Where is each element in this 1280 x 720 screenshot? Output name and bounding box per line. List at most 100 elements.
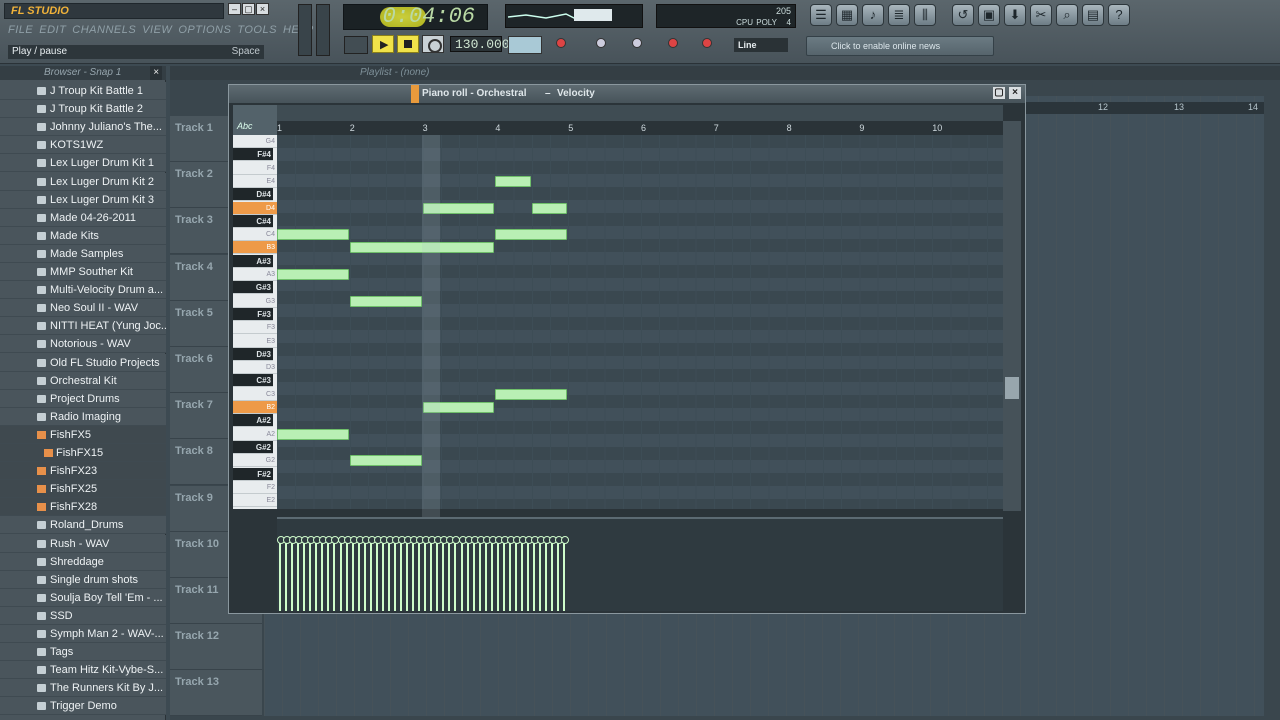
browser-item[interactable]: Soulja Boy Tell 'Em - ... <box>0 588 166 607</box>
piano-key[interactable]: F3 <box>233 321 277 335</box>
note[interactable] <box>277 428 349 440</box>
undo-icon[interactable]: ↺ <box>952 4 974 26</box>
note[interactable] <box>495 175 531 187</box>
note[interactable] <box>495 229 568 241</box>
plugin-icon[interactable]: ▤ <box>1082 4 1104 26</box>
velocity-bar[interactable] <box>549 536 558 611</box>
piano-key[interactable]: D#4 <box>233 188 273 202</box>
velocity-bar[interactable] <box>404 536 413 611</box>
piano-key[interactable]: F4 <box>233 162 277 175</box>
velocity-bar[interactable] <box>446 536 455 611</box>
velocity-bar[interactable] <box>367 536 376 611</box>
browser-item[interactable]: The Runners Kit By J... <box>0 679 166 698</box>
velocity-bar[interactable] <box>452 536 461 611</box>
velocity-bar[interactable] <box>428 536 437 611</box>
maximize-icon[interactable]: ▢ <box>993 87 1005 99</box>
piano-roll-tool-buttons[interactable]: Abc <box>233 105 277 135</box>
velocity-bar[interactable] <box>525 536 534 611</box>
note[interactable] <box>531 202 568 214</box>
velocity-bar[interactable] <box>301 536 310 611</box>
velocity-bar[interactable] <box>373 536 382 611</box>
note[interactable] <box>277 269 349 280</box>
note-grid[interactable] <box>277 135 1003 509</box>
browser-item[interactable]: Made Kits <box>0 226 166 245</box>
help-icon[interactable]: ? <box>1108 4 1130 26</box>
browser-item[interactable]: J Troup Kit Battle 1 <box>0 82 166 100</box>
velocity-bar[interactable] <box>416 536 425 611</box>
velocity-bar[interactable] <box>391 536 400 611</box>
browser-item[interactable]: Shreddage <box>0 552 166 571</box>
piano-key[interactable]: A3 <box>233 268 277 281</box>
step-sequencer-icon[interactable]: ▦ <box>836 4 858 26</box>
blend-toggle[interactable] <box>596 38 606 48</box>
browser-item[interactable]: Symph Man 2 - WAV-... <box>0 625 166 643</box>
piano-roll-titlebar[interactable]: Piano roll - Orchestral – Velocity ▢ × <box>229 85 1025 103</box>
save-icon[interactable]: ▣ <box>978 4 1000 26</box>
note[interactable] <box>495 388 568 400</box>
velocity-bar[interactable] <box>500 536 509 611</box>
piano-keyboard[interactable]: G4 F#4 F4 E4 D#4 D4 C#4 C4 B3 A#3 A3 G#3 G3 F#3 F3 E3 D#… <box>233 135 277 509</box>
velocity-bar[interactable] <box>349 536 358 611</box>
velocity-bar[interactable] <box>488 536 497 611</box>
piano-key[interactable]: G#2 <box>233 440 273 454</box>
stop-button[interactable] <box>397 35 419 53</box>
velocity-bar[interactable] <box>458 536 467 611</box>
piano-key[interactable]: F#3 <box>233 307 273 321</box>
piano-key[interactable]: D4 <box>233 201 277 215</box>
velocity-bar[interactable] <box>410 536 419 611</box>
velocity-select[interactable]: Velocity <box>557 85 595 103</box>
browser-item[interactable]: NITTI HEAT (Yung Joc... <box>0 317 166 336</box>
menu-view[interactable]: VIEW <box>142 24 172 40</box>
piano-key[interactable]: E3 <box>233 335 277 348</box>
piano-key[interactable]: B3 <box>233 241 277 255</box>
piano-roll-close-icon[interactable]: × <box>1009 87 1021 99</box>
track-header[interactable]: Track 13 <box>170 670 262 717</box>
browser-icon[interactable]: ≣ <box>888 4 910 26</box>
velocity-bar[interactable] <box>531 536 540 611</box>
snap-select[interactable]: Line <box>734 38 788 52</box>
play-button[interactable]: ▶ <box>372 35 394 53</box>
velocity-bar[interactable] <box>464 536 473 611</box>
velocity-bar[interactable] <box>555 536 564 611</box>
velocity-bar[interactable] <box>307 536 316 611</box>
velocity-bar[interactable] <box>325 536 334 611</box>
menu-tools[interactable]: TOOLS <box>237 24 277 40</box>
velocity-bar[interactable] <box>289 536 298 611</box>
piano-key[interactable]: A2 <box>233 428 277 441</box>
velocity-bar[interactable] <box>494 536 503 611</box>
browser-item[interactable]: Single drum shots <box>0 570 166 589</box>
piano-key[interactable]: F#4 <box>233 148 273 162</box>
piano-key[interactable]: G#3 <box>233 281 273 295</box>
minimize-button[interactable]: – <box>228 3 241 15</box>
note[interactable] <box>277 229 349 241</box>
browser-item[interactable]: Trigger Demo <box>0 697 166 716</box>
menu-file[interactable]: FILE <box>8 24 33 40</box>
browser-item[interactable]: Orchestral Kit <box>0 371 166 390</box>
render-icon[interactable]: ⬇ <box>1004 4 1026 26</box>
browser-item[interactable]: FishFX23 <box>0 462 166 481</box>
tools-icon[interactable]: ✂ <box>1030 4 1052 26</box>
browser-item[interactable]: Team Hitz Kit-Vybe-S... <box>0 661 166 680</box>
pattern-selector[interactable] <box>508 36 542 54</box>
browser-item[interactable]: FishFX5 <box>0 425 166 444</box>
browser-item[interactable]: J Troup Kit Battle 2 <box>0 100 166 119</box>
velocity-bar[interactable] <box>283 536 292 611</box>
velocity-bar[interactable] <box>476 536 485 611</box>
tempo-display[interactable]: 130.000 <box>450 36 510 52</box>
velocity-bar[interactable] <box>512 536 521 611</box>
close-button[interactable]: × <box>256 3 269 15</box>
playlist-icon[interactable]: ☰ <box>810 4 832 26</box>
piano-key[interactable]: C3 <box>233 388 277 401</box>
velocity-bar[interactable] <box>355 536 364 611</box>
browser-item[interactable]: Made Samples <box>0 244 166 263</box>
browser-item[interactable]: Rush - WAV <box>0 534 166 553</box>
browser-item[interactable]: Lex Luger Drum Kit 3 <box>0 190 166 209</box>
piano-key[interactable]: C4 <box>233 228 277 242</box>
piano-key[interactable]: D3 <box>233 361 277 375</box>
browser-item[interactable]: Johnny Juliano's The... <box>0 118 166 137</box>
piano-key[interactable]: F#2 <box>233 467 273 481</box>
browser-item[interactable]: FishFX25 <box>0 480 166 499</box>
piano-roll-ruler[interactable]: 1 2 3 4 5 6 7 8 9 10 <box>277 121 1003 135</box>
piano-key[interactable]: D#3 <box>233 347 273 361</box>
browser-item[interactable]: Roland_Drums <box>0 516 166 535</box>
